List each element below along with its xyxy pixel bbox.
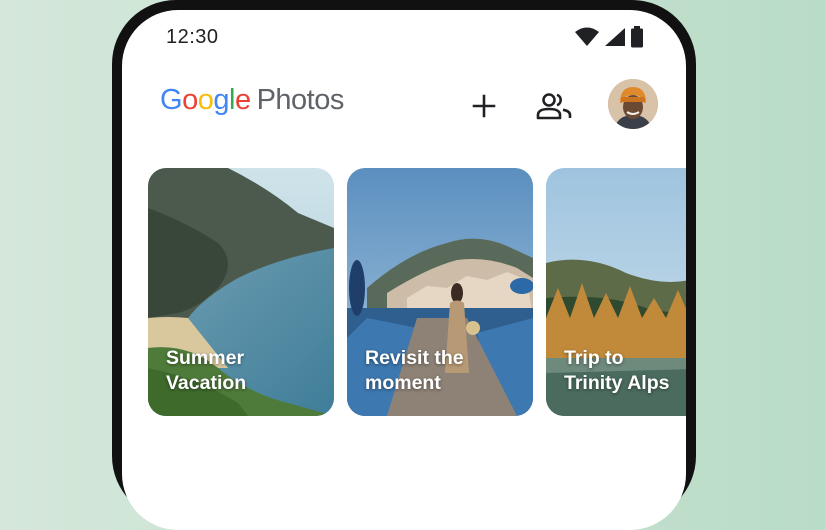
battery-icon	[630, 26, 644, 53]
memory-card-title: Summer Vacation	[166, 347, 247, 394]
header-actions	[462, 78, 662, 134]
memory-card-title: Trip to Trinity Alps	[564, 347, 670, 394]
logo-photos-word: Photos	[256, 84, 345, 116]
memory-card-revisit-the-moment[interactable]: Revisit the moment	[347, 168, 533, 416]
add-button[interactable]	[462, 84, 506, 128]
memories-carousel: Summer Vacation Revisit the moment Trip …	[148, 168, 686, 418]
wifi-icon	[574, 27, 600, 52]
memory-card-title: Revisit the moment	[365, 347, 464, 394]
status-icons	[574, 26, 644, 53]
logo-letter-e: e	[234, 84, 251, 116]
memory-card-trip-to-trinity-alps[interactable]: Trip to Trinity Alps	[546, 168, 686, 416]
phone-screen: 12:30 G o o g l e Photos Summer Vacation…	[122, 10, 686, 530]
status-time: 12:30	[166, 26, 219, 48]
signal-icon	[604, 27, 626, 52]
sharing-button[interactable]	[532, 84, 576, 128]
memory-card-summer-vacation[interactable]: Summer Vacation	[148, 168, 334, 416]
sharing-icon	[536, 93, 572, 120]
logo-letter-g: G	[160, 84, 183, 116]
avatar[interactable]	[608, 79, 658, 129]
logo-letter-o1: o	[182, 84, 198, 116]
add-icon	[472, 94, 496, 118]
logo-letter-o2: o	[197, 84, 214, 116]
google-photos-logo: G o o g l e Photos	[160, 84, 344, 117]
logo-letter-g2: g	[213, 84, 229, 116]
